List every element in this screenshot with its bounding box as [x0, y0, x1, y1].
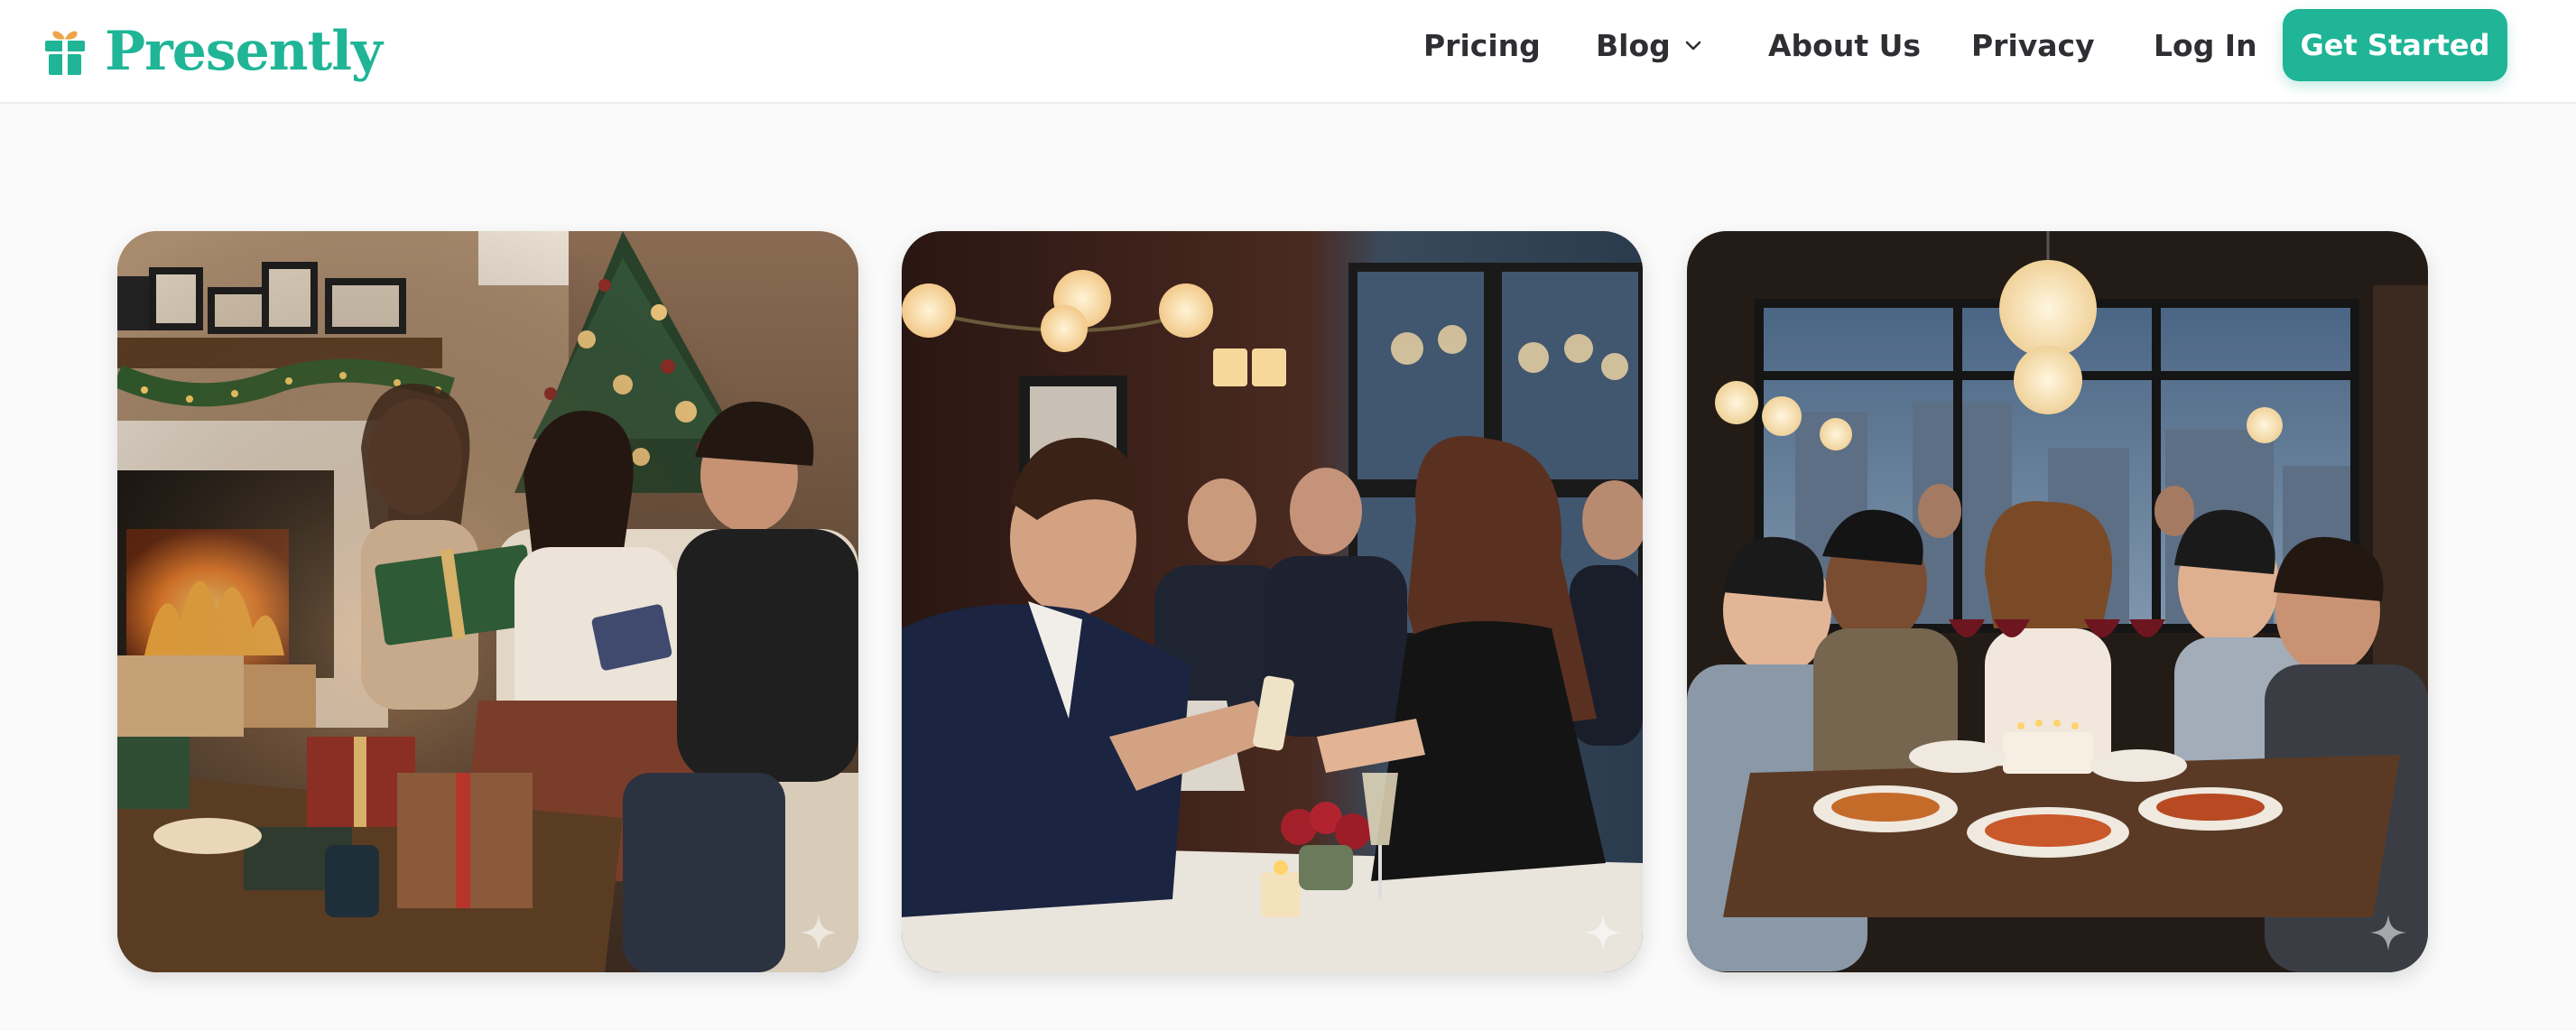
- friends-birthday-toast-image: [1687, 231, 2428, 972]
- sparkle-icon: [2370, 915, 2406, 951]
- brand-name: Presently: [105, 20, 383, 83]
- nav-link-blog-label: Blog: [1596, 27, 1671, 63]
- gift-icon: [45, 31, 85, 75]
- nav-link-about-us[interactable]: About Us: [1768, 0, 1921, 90]
- sparkle-icon: [1585, 915, 1621, 951]
- brand-logo[interactable]: Presently: [43, 20, 383, 83]
- gallery-card-dinner-gift: [902, 231, 1643, 972]
- get-started-button[interactable]: Get Started: [2283, 9, 2507, 81]
- sparkle-icon: [801, 915, 837, 951]
- chevron-down-icon: [1685, 41, 1701, 51]
- nav-dropdown-blog[interactable]: Blog: [1596, 0, 1703, 90]
- gallery-card-holiday-gifts: [117, 231, 858, 972]
- nav-link-privacy[interactable]: Privacy: [1971, 0, 2095, 90]
- nav-link-log-in[interactable]: Log In: [2154, 0, 2257, 90]
- couple-dinner-gift-image: [902, 231, 1643, 972]
- top-navigation-bar: Presently Pricing Blog About Us Privacy …: [0, 0, 2576, 104]
- holiday-gift-exchange-image: [117, 231, 858, 972]
- nav-link-pricing[interactable]: Pricing: [1423, 0, 1541, 90]
- gallery-card-birthday-dinner: [1687, 231, 2428, 972]
